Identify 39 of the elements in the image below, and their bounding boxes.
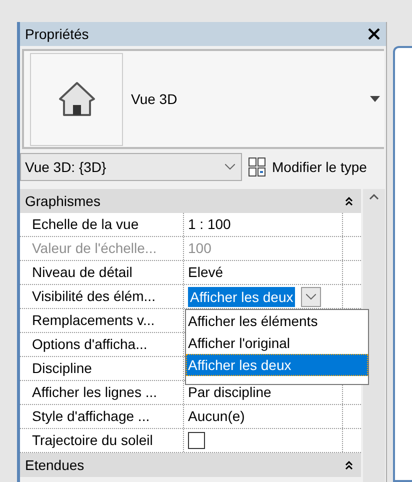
edit-type-button[interactable]: Modifier le type xyxy=(248,156,367,178)
dropdown-option[interactable]: Afficher les éléments xyxy=(186,310,368,332)
type-selector[interactable]: Vue 3D xyxy=(22,49,384,149)
property-value[interactable]: Afficher les deux xyxy=(188,286,296,306)
chevron-icon xyxy=(306,294,316,300)
group-title: Graphismes xyxy=(25,192,100,211)
property-value[interactable]: 1 : 100 xyxy=(188,213,231,236)
property-name: Discipline xyxy=(20,357,184,380)
group-header[interactable]: Etendues xyxy=(20,453,361,477)
group-title: Etendues xyxy=(25,456,84,474)
table-icon xyxy=(248,157,266,177)
property-value: 100 xyxy=(188,239,212,258)
checkbox[interactable] xyxy=(188,432,205,449)
property-name: Trajectoire du soleil xyxy=(20,429,184,452)
instance-dropdown[interactable]: Vue 3D: {3D} xyxy=(20,153,242,181)
property-name: Niveau de détail xyxy=(20,261,184,284)
property-name: Remplacements v... xyxy=(20,309,184,332)
chevron-icon xyxy=(225,164,235,170)
property-name: Visibilité des élém... xyxy=(20,285,184,308)
group-header[interactable]: Graphismes xyxy=(20,189,361,213)
property-name: Style d'affichage ... xyxy=(20,405,184,428)
property-name: Valeur de l'échelle... xyxy=(20,237,184,260)
instance-value: Vue 3D: {3D} xyxy=(25,158,106,177)
panel-title: Propriétés xyxy=(25,24,89,44)
caret-icon xyxy=(370,96,380,102)
house-icon xyxy=(56,79,96,119)
close-icon[interactable] xyxy=(368,28,380,40)
property-value[interactable]: Elevé xyxy=(188,261,224,284)
property-value[interactable]: Aucun(e) xyxy=(188,405,245,428)
dropdown-option[interactable]: Afficher l'original xyxy=(186,332,368,354)
dropdown-button[interactable] xyxy=(301,286,322,306)
collapse-icon[interactable] xyxy=(345,460,353,470)
property-value[interactable]: Par discipline xyxy=(188,381,272,404)
property-name: Afficher les lignes ... xyxy=(20,381,184,404)
dropdown-option[interactable]: Afficher les deux xyxy=(186,354,368,376)
collapse-icon[interactable] xyxy=(345,196,353,206)
property-name: Echelle de la vue xyxy=(20,213,184,236)
type-name: Vue 3D xyxy=(131,90,178,108)
property-name: Options d'afficha... xyxy=(20,333,184,356)
